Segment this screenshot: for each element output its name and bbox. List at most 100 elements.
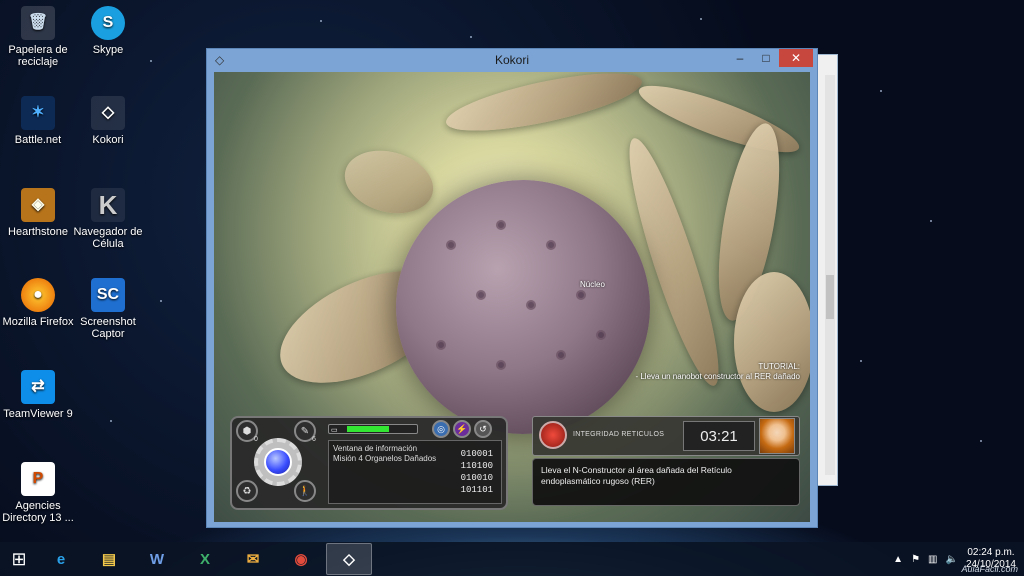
swirl-icon[interactable]: ◎ (432, 420, 450, 438)
desktop-icon-hearthstone[interactable]: ◈ Hearthstone (0, 188, 76, 238)
desktop-icon-label: Battle.net (14, 134, 62, 146)
nuclear-pore (596, 330, 606, 340)
reticulum-icon (539, 421, 567, 449)
network-icon[interactable]: ▥ (928, 554, 937, 565)
walker-icon[interactable]: 🚶 (294, 480, 316, 502)
desktop-icon-skype[interactable]: S Skype (70, 6, 146, 56)
recycle-bin-icon: 🗑 (21, 6, 55, 40)
guide-avatar (759, 418, 795, 454)
desktop-icon-label: Screenshot Captor (80, 316, 136, 340)
minimize-button[interactable]: – (727, 49, 753, 67)
nuclear-pore (556, 350, 566, 360)
nuclear-pore (496, 220, 506, 230)
organelle-shape (633, 73, 805, 165)
gear-icon (254, 438, 302, 486)
k-icon: K (91, 188, 125, 222)
tutorial-text: - Lleva un nanobot constructor al RER da… (635, 372, 800, 381)
sc-icon: SC (91, 278, 125, 312)
desktop-icon-battlenet[interactable]: ✶ Battle.net (0, 96, 76, 146)
desktop-icon-recycle-bin[interactable]: 🗑 Papelera de reciclaje (0, 6, 76, 68)
nuclear-pore (546, 240, 556, 250)
hearthstone-icon: ◈ (21, 188, 55, 222)
organelle-shape (734, 272, 810, 412)
firefox-icon: ● (21, 278, 55, 312)
integrity-label: INTEGRIDAD RETICULOS (573, 431, 665, 438)
nuclear-pore (446, 240, 456, 250)
recycle-icon[interactable]: ♻ (236, 480, 258, 502)
taskbar-mail[interactable]: ✉ (230, 543, 276, 575)
window-title: Kokori (494, 53, 529, 67)
desktop-icon-kokori[interactable]: ◇ Kokori (70, 96, 146, 146)
organelle-shape (337, 141, 441, 223)
select-orb-button[interactable] (264, 448, 292, 476)
nuclear-pore (496, 360, 506, 370)
teamviewer-icon: ⇄ (21, 370, 55, 404)
maximize-button[interactable]: □ (753, 49, 779, 67)
desktop-icon-label: Mozilla Firefox (2, 316, 74, 328)
document-icon: P (21, 462, 55, 496)
tutorial-panel: TUTORIAL: - Lleva un nanobot constructor… (635, 362, 800, 382)
desktop-icon-label: Hearthstone (8, 226, 68, 238)
volume-icon[interactable]: 🔈 (945, 554, 957, 565)
desktop-icon-navegador-celula[interactable]: K Navegador de Célula (70, 188, 146, 250)
info-window: Ventana de información Misión 4 Organelo… (328, 440, 502, 504)
binary-line: 010001 (460, 449, 493, 459)
desktop-icon-label: Navegador de Célula (73, 226, 143, 250)
taskbar-word[interactable]: W (134, 543, 180, 575)
title-bar[interactable]: ◇ Kokori – □ ✕ (207, 49, 817, 71)
lightning-icon[interactable]: ⚡ (453, 420, 471, 438)
spiral-icon[interactable]: ↺ (474, 420, 492, 438)
desktop-icon-teamviewer[interactable]: ⇄ TeamViewer 9 (0, 370, 76, 420)
taskbar-unity[interactable]: ◇ (326, 543, 372, 575)
nuclear-pore (576, 290, 586, 300)
chevron-up-icon[interactable]: ▲ (893, 554, 903, 565)
taskbar-internet-explorer[interactable]: e (38, 543, 84, 575)
integrity-panel: INTEGRIDAD RETICULOS 03:21 (532, 416, 800, 456)
flag-icon[interactable]: ⚑ (911, 554, 920, 565)
control-hud: ⬢ 0 ✎ 6 ♻ 🚶 ▭ ◎ ⚡ ↺ Ventana de informaci… (230, 416, 508, 510)
energy-bar: ▭ (328, 424, 418, 434)
desktop-icon-agencies-directory[interactable]: P Agencies Directory 13 ... (0, 462, 76, 524)
nuclear-pore (526, 300, 536, 310)
energy-fill (347, 426, 389, 432)
taskbar-chrome[interactable]: ◉ (278, 543, 324, 575)
battery-icon: ▭ (331, 427, 338, 434)
scrollbar-thumb[interactable] (826, 275, 834, 319)
taskbar-excel[interactable]: X (182, 543, 228, 575)
desktop-icon-firefox[interactable]: ● Mozilla Firefox (0, 278, 76, 328)
desktop-icon-label: TeamViewer 9 (3, 408, 73, 420)
taskbar-file-explorer[interactable]: ▤ (86, 543, 132, 575)
desktop-icon-label: Kokori (92, 134, 124, 146)
mission-timer: 03:21 (683, 421, 755, 451)
game-viewport[interactable]: Núcleo TUTORIAL: - Lleva un nanobot cons… (214, 72, 810, 522)
unity-icon: ◇ (91, 96, 125, 130)
binary-readout: 010001 110100 010010 101101 (461, 448, 493, 496)
nucleus-label: Núcleo (580, 280, 605, 289)
organelle-shape (442, 72, 646, 143)
unity-icon: ◇ (215, 53, 225, 67)
nucleus[interactable] (396, 180, 650, 434)
clock-time: 02:24 p.m. (967, 547, 1015, 558)
battlenet-icon: ✶ (21, 96, 55, 130)
binary-line: 101101 (460, 485, 493, 495)
unit-count: 0 (254, 436, 258, 443)
kokori-window[interactable]: ◇ Kokori – □ ✕ Núcleo TUTORIAL: - Lleva … (206, 48, 818, 528)
ability-icons: ◎ ⚡ ↺ (432, 420, 492, 438)
desktop-icon-label: Skype (92, 44, 124, 56)
windows-start-icon[interactable]: ⊞ (0, 542, 38, 576)
binary-line: 110100 (460, 461, 493, 471)
desktop-icon-label: Papelera de reciclaje (8, 44, 68, 68)
binary-line: 010010 (460, 473, 493, 483)
unit-count: 6 (312, 436, 316, 443)
desktop-icon-screenshot-captor[interactable]: SC Screenshot Captor (70, 278, 146, 340)
close-button[interactable]: ✕ (779, 49, 813, 67)
taskbar: ⊞ e ▤ W X ✉ ◉ ◇ ▲ ⚑ ▥ 🔈 02:24 p.m. 24/10… (0, 542, 1024, 576)
nuclear-pore (476, 290, 486, 300)
nuclear-pore (436, 340, 446, 350)
desktop-icon-label: Agencies Directory 13 ... (2, 500, 74, 524)
instruction-box: Lleva el N-Constructor al área dañada de… (532, 458, 800, 506)
skype-icon: S (91, 6, 125, 40)
unit-control-wheel: ⬢ 0 ✎ 6 ♻ 🚶 (232, 418, 324, 508)
watermark: AulaFacil.com (961, 564, 1018, 574)
tutorial-title: TUTORIAL: (758, 362, 800, 371)
